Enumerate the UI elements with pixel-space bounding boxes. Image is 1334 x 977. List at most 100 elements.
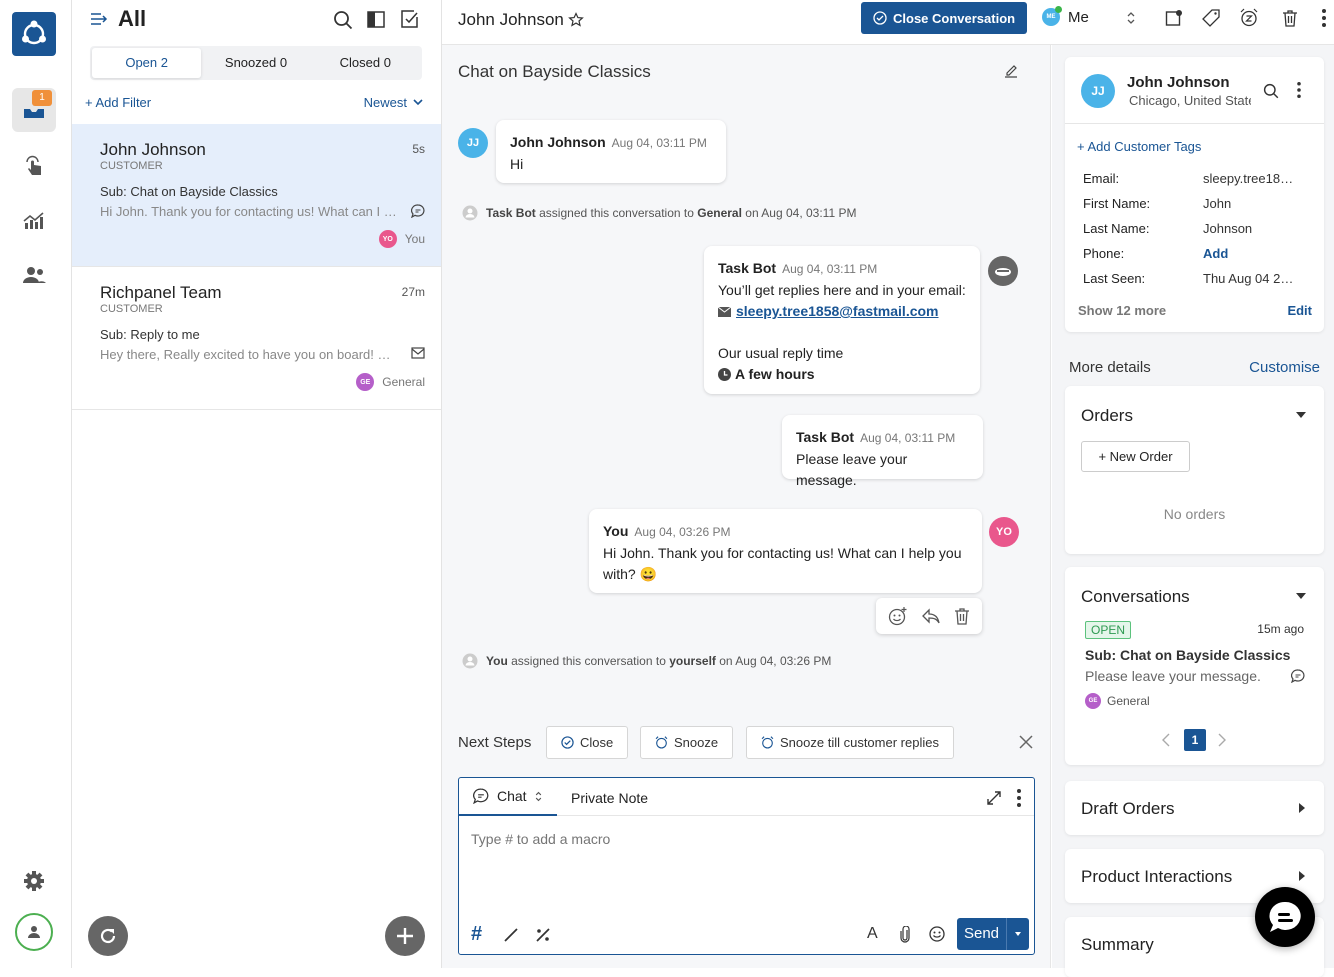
page-number[interactable]: 1 xyxy=(1184,729,1206,751)
rail-touchpoints[interactable] xyxy=(12,143,56,187)
assignee-name: You xyxy=(404,232,425,246)
assignee-avatar: ME xyxy=(1042,6,1062,26)
slash-command-icon[interactable] xyxy=(503,927,519,943)
close-icon[interactable] xyxy=(1019,735,1033,749)
user-circle-icon xyxy=(462,205,478,221)
delete-message-icon[interactable] xyxy=(954,607,970,625)
new-conversation-button[interactable] xyxy=(385,916,425,956)
rail-analytics[interactable] xyxy=(12,198,56,242)
edit-customer-link[interactable]: Edit xyxy=(1287,303,1312,318)
conversation-subject[interactable]: Sub: Chat on Bayside Classics xyxy=(1085,647,1290,663)
rail-inbox[interactable]: 1 xyxy=(12,88,56,132)
assignee-name: General xyxy=(1107,694,1150,708)
search-icon[interactable] xyxy=(333,10,353,30)
chat-icon xyxy=(473,788,489,804)
layout-toggle-icon[interactable] xyxy=(367,11,385,28)
conversation-subject: Sub: Chat on Bayside Classics xyxy=(100,184,278,199)
email-link[interactable]: sleepy.tree1858@fastmail.com xyxy=(736,301,939,322)
close-conversation-button[interactable]: Close Conversation xyxy=(861,2,1028,34)
customer-avatar: JJ xyxy=(458,128,488,158)
customer-avatar: JJ xyxy=(1081,74,1115,108)
tab-private-note[interactable]: Private Note xyxy=(571,790,648,806)
chat-title: Chat on Bayside Classics xyxy=(458,62,651,81)
collapse-menu-icon[interactable] xyxy=(90,12,108,26)
updown-chevron-icon[interactable] xyxy=(1127,11,1135,25)
macro-icon[interactable]: # xyxy=(471,923,482,946)
message-input[interactable] xyxy=(471,828,1021,850)
conversation-preview: Hey there, Really excited to have you on… xyxy=(100,347,400,362)
add-reaction-icon[interactable] xyxy=(888,606,908,626)
search-icon[interactable] xyxy=(1263,83,1279,99)
close-conversation-label: Close Conversation xyxy=(893,10,1016,26)
refresh-icon xyxy=(100,928,116,944)
agent-avatar: YO xyxy=(989,517,1019,547)
conversation-item[interactable]: John Johnson CUSTOMER 5s Sub: Chat on Ba… xyxy=(72,124,441,267)
attachment-icon[interactable] xyxy=(900,926,910,943)
collapse-conversations-icon[interactable] xyxy=(1296,593,1306,599)
tab-snoozed[interactable]: Snoozed 0 xyxy=(201,48,310,78)
close-step-button[interactable]: Close xyxy=(546,726,629,759)
product-interactions-title: Product Interactions xyxy=(1081,867,1233,886)
sort-label: Newest xyxy=(363,95,407,110)
assignee: YO You xyxy=(378,230,425,248)
app-logo[interactable] xyxy=(12,12,56,56)
format-text-icon[interactable]: A xyxy=(867,925,878,943)
bulk-select-icon[interactable] xyxy=(400,10,419,29)
new-order-button[interactable]: + New Order xyxy=(1081,441,1190,472)
conversation-item[interactable]: Richpanel Team CUSTOMER 27m Sub: Reply t… xyxy=(72,267,441,410)
conversation-header: John Johnson Close Conversation ME Me xyxy=(442,0,1334,45)
email-icon xyxy=(411,347,425,359)
trash-icon[interactable] xyxy=(1282,9,1298,27)
tab-open[interactable]: Open 2 xyxy=(92,48,202,78)
note-icon[interactable] xyxy=(1165,9,1183,27)
more-vertical-icon[interactable] xyxy=(1017,789,1021,807)
snooze-icon[interactable] xyxy=(1240,8,1258,27)
emoji-icon[interactable] xyxy=(929,926,945,942)
reply-time: A few hours xyxy=(735,366,815,382)
caret-down-icon xyxy=(1015,932,1021,936)
next-page-icon[interactable] xyxy=(1218,733,1226,747)
logo-icon xyxy=(22,20,46,45)
draft-orders-title: Draft Orders xyxy=(1081,799,1175,818)
assignee-selector[interactable]: ME Me xyxy=(1042,6,1089,26)
more-vertical-icon[interactable] xyxy=(1322,9,1326,27)
add-phone-link[interactable]: Add xyxy=(1203,246,1228,261)
star-icon[interactable] xyxy=(568,12,584,28)
send-button[interactable]: Send xyxy=(957,918,1007,950)
tab-chat[interactable]: Chat xyxy=(459,778,557,816)
tab-closed[interactable]: Closed 0 xyxy=(311,48,420,78)
field-label: Last Name: xyxy=(1083,221,1150,236)
add-customer-tags-link[interactable]: + Add Customer Tags xyxy=(1077,139,1201,154)
send-options-button[interactable] xyxy=(1007,918,1029,950)
profile-button[interactable] xyxy=(15,913,53,951)
more-vertical-icon[interactable] xyxy=(1297,82,1301,98)
tag-icon[interactable] xyxy=(1202,9,1220,27)
message-author: Task Bot xyxy=(718,260,777,276)
customise-link[interactable]: Customise xyxy=(1249,359,1320,376)
collapse-orders-icon[interactable] xyxy=(1296,412,1306,418)
snooze-step-button[interactable]: Snooze xyxy=(640,726,734,759)
help-chat-launcher[interactable] xyxy=(1255,887,1315,947)
analytics-icon xyxy=(23,212,44,229)
rail-customers[interactable] xyxy=(12,253,56,297)
snooze-till-reply-button[interactable]: Snooze till customer replies xyxy=(746,726,954,759)
draft-orders-card[interactable]: Draft Orders xyxy=(1065,781,1324,835)
variable-icon[interactable] xyxy=(535,927,551,943)
customer-location: Chicago, United States xyxy=(1129,93,1251,108)
chat-icon xyxy=(1291,669,1305,683)
rail-settings[interactable] xyxy=(12,859,56,903)
no-orders-text: No orders xyxy=(1163,506,1226,522)
conversations-title: Conversations xyxy=(1081,587,1190,606)
sort-dropdown[interactable]: Newest xyxy=(364,95,423,110)
add-filter-link[interactable]: + Add Filter xyxy=(85,95,151,110)
expand-icon[interactable] xyxy=(985,789,1003,807)
edit-icon[interactable] xyxy=(1004,63,1018,78)
prev-page-icon[interactable] xyxy=(1162,733,1170,747)
field-last-seen-value: Thu Aug 04 2… xyxy=(1203,271,1294,286)
reply-icon[interactable] xyxy=(921,608,941,624)
message-text: Please leave your message. xyxy=(796,451,908,488)
show-more-link[interactable]: Show 12 more xyxy=(1078,303,1166,318)
refresh-button[interactable] xyxy=(88,916,128,956)
field-label: Last Seen: xyxy=(1083,271,1146,286)
conversation-time: 5s xyxy=(412,142,425,156)
